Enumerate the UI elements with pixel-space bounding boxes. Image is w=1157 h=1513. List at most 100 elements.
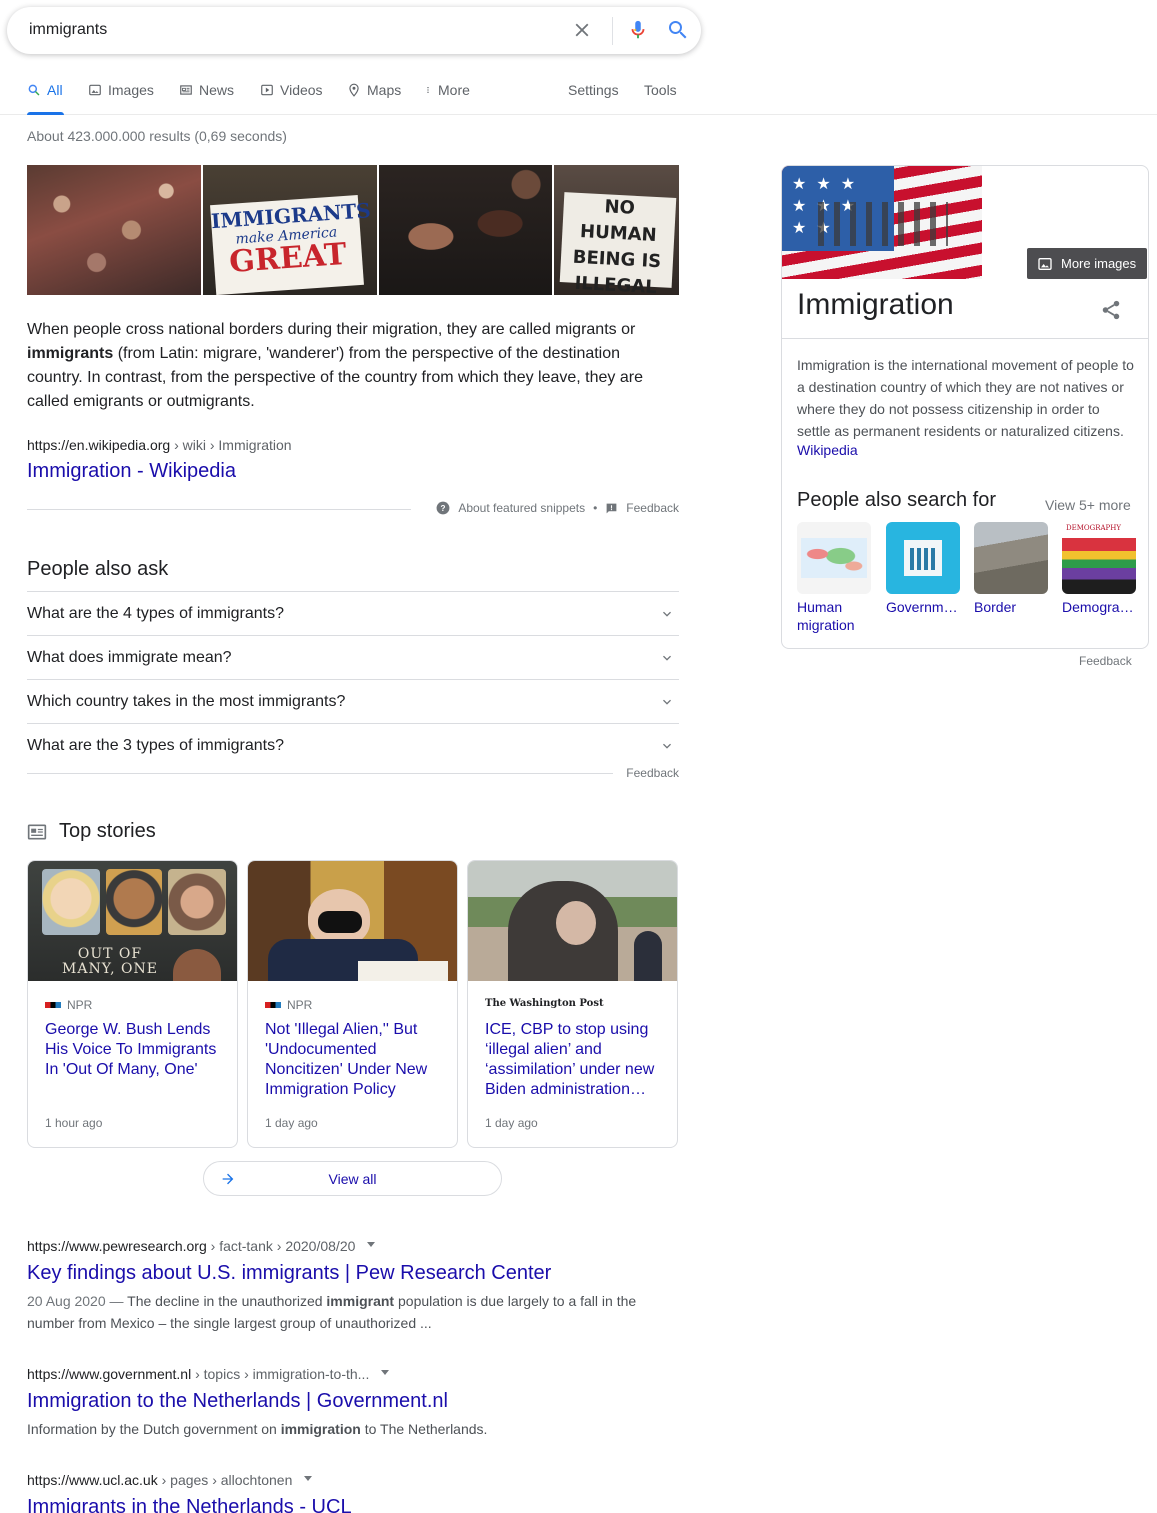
result-snippet-bold: immigration: [280, 1421, 361, 1437]
microphone-icon[interactable]: [627, 18, 649, 42]
ceremony-photo[interactable]: [379, 165, 552, 295]
paa-question[interactable]: What are the 3 types of immigrants?: [27, 723, 679, 767]
more-images-button[interactable]: More images: [1027, 248, 1147, 279]
url-domain: https://en.wikipedia.org: [27, 437, 171, 453]
story-source-name: NPR: [287, 998, 313, 1012]
story-image: OUT OF MANY, ONE: [28, 861, 237, 981]
kp-hero-image[interactable]: ★★★★★★★★: [782, 166, 982, 279]
tools-link[interactable]: Tools: [644, 82, 677, 98]
settings-link[interactable]: Settings: [568, 82, 619, 98]
caret-down-icon[interactable]: [304, 1475, 313, 1481]
result-title[interactable]: Immigrants in the Netherlands - UCL: [27, 1494, 667, 1513]
people-also-ask-heading: People also ask: [27, 558, 169, 580]
story-image: [468, 861, 677, 981]
story-image: [248, 861, 457, 981]
story-headline: Not 'Illegal Alien,'' But 'Undocumented …: [265, 1021, 428, 1098]
people-also-search-heading: People also search for: [797, 489, 997, 511]
tab-images[interactable]: Images: [88, 82, 154, 98]
search-input[interactable]: immigrants: [29, 21, 107, 39]
story-source-name: The Washington Post: [485, 998, 604, 1009]
tab-more-label: More: [438, 82, 470, 98]
related-entity-image-caption: DEMOGRAPHY: [1066, 524, 1121, 532]
paa-question[interactable]: Which country takes in the most immigran…: [27, 679, 679, 723]
search-tabs: All Images News Videos Maps More Setting…: [0, 72, 1157, 115]
immigrants-sign-photo[interactable]: IMMIGRANTS make America GREAT: [203, 165, 377, 295]
story-source: NPR: [265, 998, 312, 1012]
view-all-button[interactable]: View all: [203, 1161, 502, 1196]
story-image-caption: OUT OF MANY, ONE: [62, 946, 158, 977]
feedback-icon: [606, 503, 617, 513]
url-breadcrumb: › wiki › Immigration: [170, 437, 292, 453]
result-date: 20 Aug 2020 —: [27, 1293, 128, 1309]
result-snippet: Information by the Dutch government on i…: [27, 1418, 667, 1440]
map-pin-icon: [349, 83, 359, 97]
about-featured-snippets-link[interactable]: About featured snippets: [458, 501, 585, 515]
paa-question[interactable]: What does immigrate mean?: [27, 635, 679, 679]
caret-down-icon[interactable]: [381, 1369, 390, 1375]
result-stats: About 423.000.000 results (0,69 seconds): [27, 128, 287, 144]
related-entity[interactable]: Border: [974, 522, 1048, 616]
result-snippet-pre: The decline in the unauthorized: [127, 1293, 327, 1309]
result-snippet: 20 Aug 2020 — The decline in the unautho…: [27, 1290, 667, 1334]
related-entity[interactable]: DEMOGRAPHY Demogra…: [1062, 522, 1136, 616]
result-breadcrumb: › pages › allochtonen: [157, 1472, 293, 1488]
tab-more[interactable]: More: [424, 82, 470, 98]
search-box[interactable]: immigrants: [7, 7, 701, 54]
help-icon: ?: [436, 501, 450, 515]
feedback-link[interactable]: Feedback: [626, 501, 679, 515]
related-entity-label: Governm…: [886, 599, 958, 615]
related-entity[interactable]: Human migration: [797, 522, 871, 634]
result-title[interactable]: Key findings about U.S. immigrants | Pew…: [27, 1260, 667, 1286]
more-images-label: More images: [1061, 256, 1137, 271]
tab-videos[interactable]: Videos: [260, 82, 323, 98]
chevron-down-icon: [663, 743, 671, 749]
chevron-down-icon: [663, 611, 671, 617]
tab-videos-label: Videos: [280, 82, 323, 98]
related-entity-label: Border: [974, 599, 1017, 615]
newspaper-icon: [180, 85, 192, 95]
close-icon[interactable]: [571, 19, 593, 41]
result-snippet-pre: Information by the Dutch government on: [27, 1421, 281, 1437]
paa-feedback-link[interactable]: Feedback: [626, 766, 679, 780]
result-domain: https://www.government.nl: [27, 1366, 192, 1382]
result-domain: https://www.pewresearch.org: [27, 1238, 207, 1254]
kp-source-link[interactable]: Wikipedia: [797, 442, 858, 458]
story-source-name: NPR: [67, 998, 93, 1012]
tab-maps[interactable]: Maps: [347, 82, 401, 98]
search-result: https://www.ucl.ac.uk › pages › allochto…: [27, 1472, 667, 1513]
result-title[interactable]: Immigration to the Netherlands | Governm…: [27, 1388, 667, 1414]
tab-all[interactable]: All: [27, 82, 63, 98]
featured-images: IMMIGRANTS make America GREAT NO HUMAN B…: [27, 165, 679, 295]
result-url: https://www.government.nl › topics › imm…: [27, 1366, 667, 1382]
snippet-text-bold: immigrants: [27, 345, 114, 362]
related-entity[interactable]: Governm…: [886, 522, 960, 616]
crowd-photo[interactable]: [27, 165, 201, 295]
kebab-icon: [427, 87, 429, 93]
knowledge-panel: ★★★★★★★★ More images Immigration Immigra…: [781, 165, 1149, 649]
result-breadcrumb: › fact-tank › 2020/08/20: [206, 1238, 356, 1254]
tab-all-label: All: [47, 82, 63, 98]
divider: [27, 773, 613, 774]
search-icon[interactable]: [666, 18, 690, 42]
related-entity-image: [886, 522, 960, 594]
story-card[interactable]: The Washington Post ICE, CBP to stop usi…: [467, 860, 678, 1148]
tab-news[interactable]: News: [179, 82, 234, 98]
featured-result-title[interactable]: Immigration - Wikipedia: [27, 460, 236, 483]
no-human-illegal-sign-photo[interactable]: NO HUMAN BEING IS ILLEGAL: [554, 165, 679, 295]
kp-feedback-link[interactable]: Feedback: [1079, 654, 1132, 668]
story-source: The Washington Post: [485, 998, 604, 1009]
divider: [782, 338, 1148, 339]
search-result: https://www.pewresearch.org › fact-tank …: [27, 1238, 667, 1334]
related-entity-label: Demogra…: [1062, 599, 1134, 615]
share-icon[interactable]: [1100, 299, 1122, 321]
result-url: https://www.pewresearch.org › fact-tank …: [27, 1238, 667, 1254]
caret-down-icon[interactable]: [367, 1241, 376, 1247]
tab-maps-label: Maps: [367, 82, 402, 98]
top-stories-title: Top stories: [59, 820, 156, 842]
related-entity-image: [797, 522, 871, 594]
story-card[interactable]: NPR Not 'Illegal Alien,'' But 'Undocumen…: [247, 860, 458, 1148]
story-headline: George W. Bush Lends His Voice To Immigr…: [45, 1021, 217, 1078]
story-card[interactable]: OUT OF MANY, ONE NPR George W. Bush Lend…: [27, 860, 238, 1148]
view-more-link[interactable]: View 5+ more: [1045, 497, 1131, 513]
paa-question[interactable]: What are the 4 types of immigrants?: [27, 591, 679, 635]
